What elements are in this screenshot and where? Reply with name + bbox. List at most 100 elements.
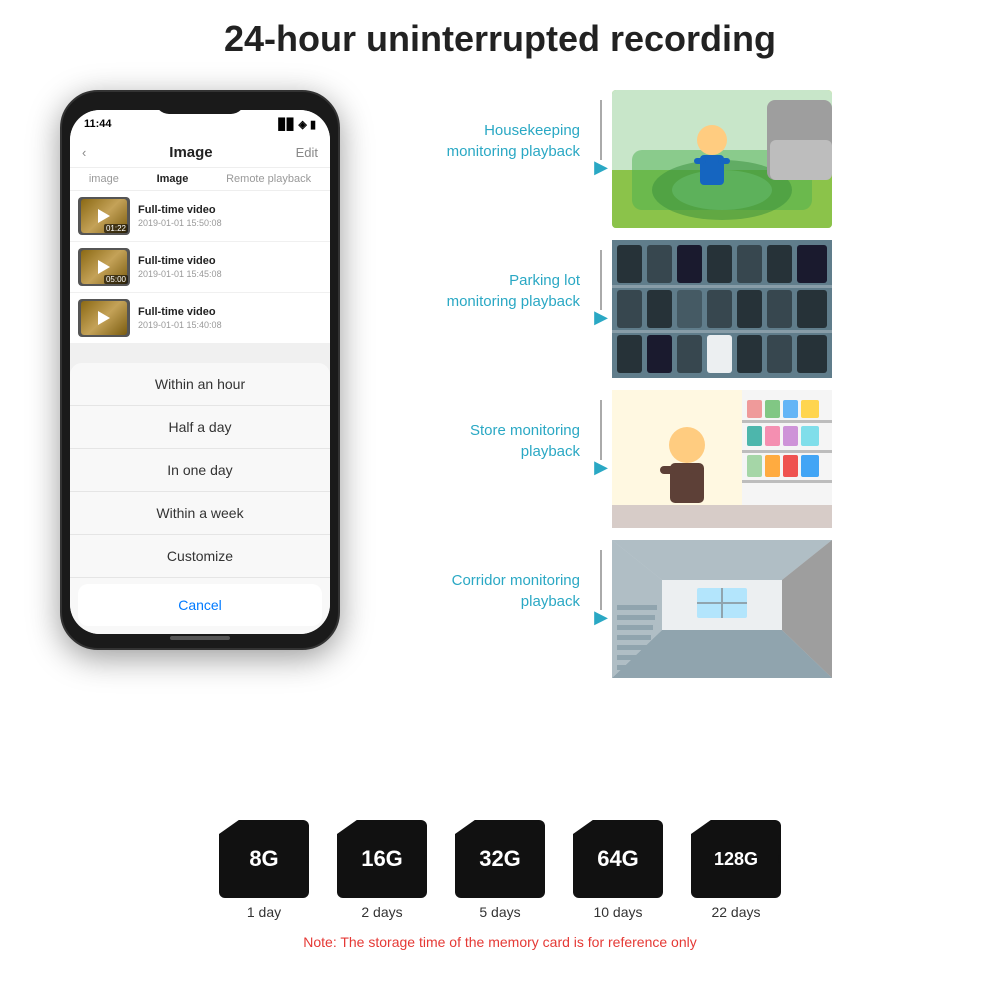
phone-tabs: image Image Remote playback <box>70 168 330 191</box>
sdcard-days-16g: 2 days <box>361 904 402 920</box>
sdcard-shape-64g: 64G ▶ <box>573 820 663 898</box>
video-thumb-2: 05:00 <box>78 248 130 286</box>
sdcard-shape-32g: 32G ▶ <box>455 820 545 898</box>
connector-1: ▶ <box>590 90 612 176</box>
arrow-icon-1: ▶ <box>594 158 608 176</box>
video-date-1: 2019-01-01 15:50:08 <box>138 218 322 228</box>
monitoring-section: Housekeepingmonitoring playback ▶ <box>390 90 980 690</box>
monitoring-row-1: Housekeepingmonitoring playback ▶ <box>390 90 980 228</box>
sdcard-item-32g: 32G ▶ 5 days <box>455 820 545 920</box>
option-within-week[interactable]: Within a week <box>70 492 330 535</box>
connector-line-1 <box>600 100 602 160</box>
sdcard-section: 8G ▶ 1 day 16G ▶ 2 days 32G ▶ 5 days 64G… <box>0 820 1000 950</box>
monitoring-label-text-4: Corridor monitoringplayback <box>452 572 580 610</box>
sdcard-item-16g: 16G ▶ 2 days <box>337 820 427 920</box>
sdcard-shape-128g: 128G ▶ <box>691 820 781 898</box>
phone-signal: ▊▊ ◈ ▮ <box>278 118 316 131</box>
sdcard-label-64g: 64G <box>597 846 639 872</box>
sdcard-item-128g: 128G ▶ 22 days <box>691 820 781 920</box>
video-title-1: Full-time video <box>138 204 322 216</box>
connector-2: ▶ <box>590 240 612 326</box>
option-one-day[interactable]: In one day <box>70 449 330 492</box>
tab-image2[interactable]: Image <box>157 173 189 185</box>
sdcard-shape-8g: 8G ▶ <box>219 820 309 898</box>
video-thumb-1: 01:22 <box>78 197 130 235</box>
play-icon-1 <box>98 209 110 223</box>
sdcard-notch-128g: ▶ <box>778 854 786 865</box>
connector-line-4 <box>600 550 602 610</box>
bottom-sheet: Within an hour Half a day In one day Wit… <box>70 363 330 634</box>
video-title-3: Full-time video <box>138 306 322 318</box>
note-text: Note: The storage time of the memory car… <box>303 934 696 950</box>
video-item-3: Full-time video 2019-01-01 15:40:08 <box>70 293 330 344</box>
monitoring-label-text-2: Parking lotmonitoring playback <box>447 272 580 310</box>
connector-line-2 <box>600 250 602 310</box>
arrow-icon-4: ▶ <box>594 608 608 626</box>
sdcard-notch-16g: ▶ <box>424 854 432 865</box>
video-duration-2: 05:00 <box>104 275 128 284</box>
monitoring-row-3: Store monitoringplayback ▶ <box>390 390 980 528</box>
video-list: 01:22 Full-time video 2019-01-01 15:50:0… <box>70 191 330 344</box>
video-info-1: Full-time video 2019-01-01 15:50:08 <box>138 204 322 228</box>
sdcard-days-64g: 10 days <box>593 904 642 920</box>
sdcard-days-32g: 5 days <box>479 904 520 920</box>
back-button[interactable]: ‹ <box>82 145 86 160</box>
sdcard-row: 8G ▶ 1 day 16G ▶ 2 days 32G ▶ 5 days 64G… <box>219 820 781 920</box>
option-within-hour[interactable]: Within an hour <box>70 363 330 406</box>
phone-mockup-section: 11:44 ▊▊ ◈ ▮ ‹ Image Edit image Image Re… <box>40 90 360 650</box>
sdcard-label-16g: 16G <box>361 846 403 872</box>
parking-svg <box>612 240 832 378</box>
monitoring-label-3: Store monitoringplayback <box>390 390 590 462</box>
monitoring-row-4: Corridor monitoringplayback ▶ <box>390 540 980 678</box>
video-date-3: 2019-01-01 15:40:08 <box>138 320 322 330</box>
home-bar <box>170 636 230 640</box>
cancel-button[interactable]: Cancel <box>78 584 322 626</box>
phone-notch <box>155 92 245 114</box>
sdcard-notch-64g: ▶ <box>660 854 668 865</box>
monitoring-label-2: Parking lotmonitoring playback <box>390 240 590 312</box>
sdcard-item-64g: 64G ▶ 10 days <box>573 820 663 920</box>
sdcard-label-32g: 32G <box>479 846 521 872</box>
sdcard-notch-8g: ▶ <box>306 854 314 865</box>
screen-title: Image <box>169 144 212 161</box>
video-item-2: 05:00 Full-time video 2019-01-01 15:45:0… <box>70 242 330 293</box>
corridor-svg <box>612 540 832 678</box>
video-item-1: 01:22 Full-time video 2019-01-01 15:50:0… <box>70 191 330 242</box>
sdcard-days-8g: 1 day <box>247 904 281 920</box>
video-duration-1: 01:22 <box>104 224 128 233</box>
sdcard-label-8g: 8G <box>249 846 278 872</box>
connector-4: ▶ <box>590 540 612 626</box>
video-title-2: Full-time video <box>138 255 322 267</box>
monitoring-row-2: Parking lotmonitoring playback ▶ <box>390 240 980 378</box>
sdcard-item-8g: 8G ▶ 1 day <box>219 820 309 920</box>
sdcard-days-128g: 22 days <box>711 904 760 920</box>
connector-3: ▶ <box>590 390 612 476</box>
connector-line-3 <box>600 400 602 460</box>
play-icon-3 <box>98 311 110 325</box>
video-date-2: 2019-01-01 15:45:08 <box>138 269 322 279</box>
sdcard-notch-32g: ▶ <box>542 854 550 865</box>
monitoring-label-text-1: Housekeepingmonitoring playback <box>447 122 580 160</box>
option-customize[interactable]: Customize <box>70 535 330 578</box>
phone-status-bar: 11:44 ▊▊ ◈ ▮ <box>70 110 330 138</box>
tab-image1[interactable]: image <box>89 173 119 185</box>
play-icon-2 <box>98 260 110 274</box>
edit-button[interactable]: Edit <box>296 145 318 160</box>
phone-time: 11:44 <box>84 118 112 130</box>
video-info-2: Full-time video 2019-01-01 15:45:08 <box>138 255 322 279</box>
corridor-image <box>612 540 832 678</box>
video-thumb-3 <box>78 299 130 337</box>
store-image <box>612 390 832 528</box>
housekeeping-svg <box>612 90 832 228</box>
phone-header: ‹ Image Edit <box>70 138 330 168</box>
monitoring-label-4: Corridor monitoringplayback <box>390 540 590 612</box>
phone-screen: 11:44 ▊▊ ◈ ▮ ‹ Image Edit image Image Re… <box>70 110 330 634</box>
phone-mockup: 11:44 ▊▊ ◈ ▮ ‹ Image Edit image Image Re… <box>60 90 340 650</box>
arrow-icon-2: ▶ <box>594 308 608 326</box>
sdcard-shape-16g: 16G ▶ <box>337 820 427 898</box>
arrow-icon-3: ▶ <box>594 458 608 476</box>
option-half-day[interactable]: Half a day <box>70 406 330 449</box>
page-title: 24-hour uninterrupted recording <box>0 0 1000 78</box>
tab-remote-playback[interactable]: Remote playback <box>226 173 311 185</box>
parking-image <box>612 240 832 378</box>
